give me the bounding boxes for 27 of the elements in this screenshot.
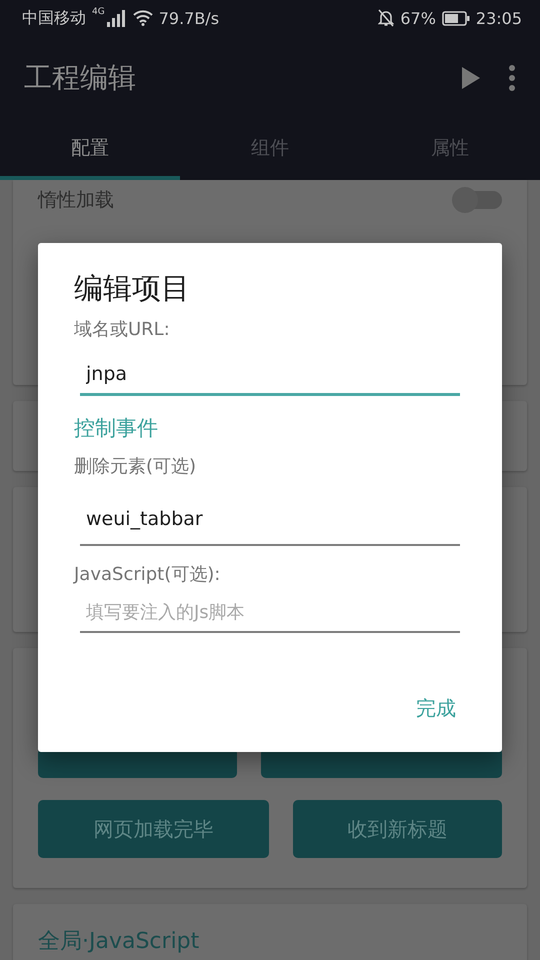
section-title: 全局·JavaScript <box>38 929 200 954</box>
dialog-title: 编辑项目 <box>74 270 191 307</box>
done-button[interactable]: 完成 <box>412 689 460 728</box>
script-field[interactable]: 填写要注入的Js脚本 <box>80 594 460 633</box>
event-button[interactable]: 收到新标题 <box>293 800 502 858</box>
carrier-name: 中国移动 <box>22 8 86 28</box>
tab[interactable]: 属性 <box>360 120 540 180</box>
battery-icon <box>442 10 470 26</box>
setting-label: 惰性加载 <box>38 188 114 213</box>
bell-muted-icon <box>378 9 394 27</box>
url-field[interactable]: jnpa <box>80 355 460 396</box>
network-speed: 79.7B/s <box>158 8 220 28</box>
event-button[interactable]: 网页加载完毕 <box>38 800 269 858</box>
network-type: 4G <box>92 7 105 17</box>
wifi-icon <box>132 10 153 26</box>
field-label: 删除元素(可选) <box>74 455 198 478</box>
field-label: 域名或URL: <box>74 318 171 341</box>
app-title: 工程编辑 <box>24 60 137 96</box>
more-menu-icon[interactable] <box>508 65 516 91</box>
tab[interactable]: 组件 <box>180 120 360 180</box>
field-label: JavaScript(可选): <box>74 563 222 586</box>
clock: 23:05 <box>476 8 522 28</box>
battery-percent: 67% <box>400 8 436 28</box>
toggle-switch[interactable] <box>452 186 502 214</box>
play-icon[interactable] <box>462 67 480 89</box>
section-heading: 控制事件 <box>74 415 159 442</box>
remove-element-field[interactable]: weui_tabbar <box>80 498 460 546</box>
